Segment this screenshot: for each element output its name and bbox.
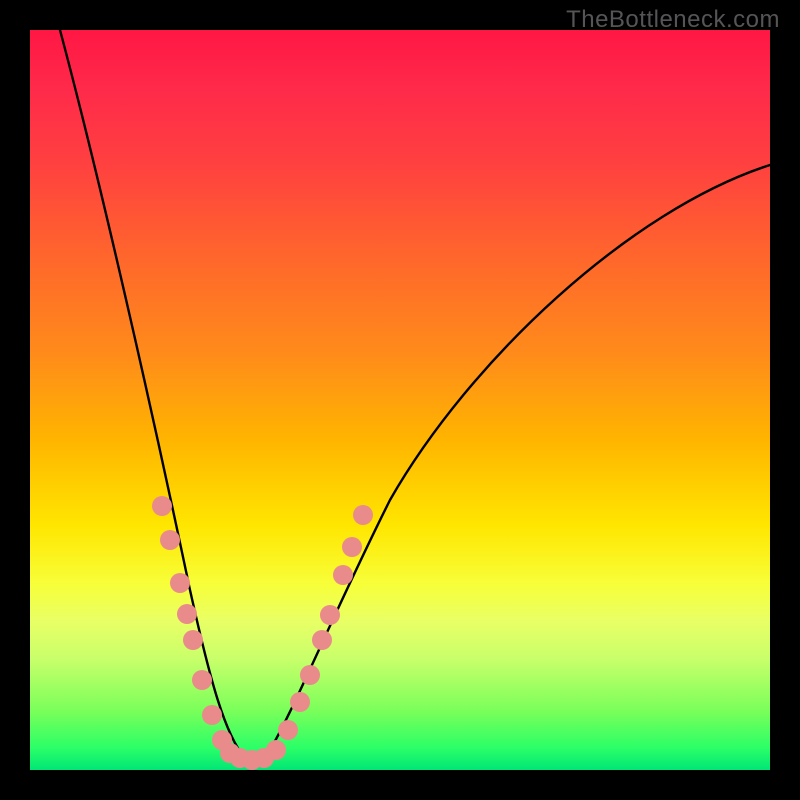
data-dot [278, 720, 298, 740]
data-dot [170, 573, 190, 593]
data-dot [320, 605, 340, 625]
data-dot [300, 665, 320, 685]
data-dot [290, 692, 310, 712]
data-dot [152, 496, 172, 516]
data-dot [183, 630, 203, 650]
curve-layer [30, 30, 770, 770]
data-dot [177, 604, 197, 624]
data-dot [160, 530, 180, 550]
data-dot [192, 670, 212, 690]
chart-frame: TheBottleneck.com [0, 0, 800, 800]
data-dot [202, 705, 222, 725]
curve-right-branch [265, 165, 770, 758]
data-dot [353, 505, 373, 525]
curve-left-branch [60, 30, 245, 758]
data-dot [312, 630, 332, 650]
plot-area [30, 30, 770, 770]
data-dot [342, 537, 362, 557]
data-dot [333, 565, 353, 585]
data-dot [266, 740, 286, 760]
